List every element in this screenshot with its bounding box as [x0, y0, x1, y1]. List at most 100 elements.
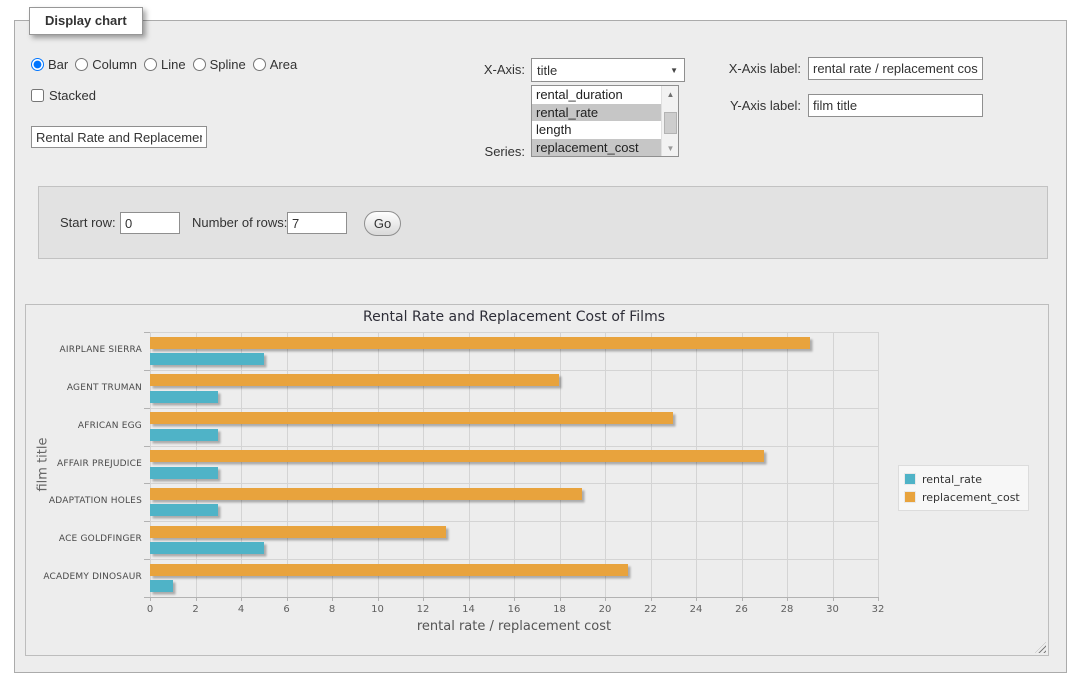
bar-replacement_cost — [150, 564, 628, 576]
x-tick-label: 18 — [545, 604, 575, 615]
y-axis-tick — [144, 521, 150, 522]
gridline-horizontal — [150, 483, 878, 484]
chart-type-option-label: Bar — [48, 57, 68, 72]
legend-label: rental_rate — [922, 473, 982, 486]
resize-handle-icon[interactable] — [1035, 642, 1046, 653]
x-tick-label: 0 — [135, 604, 165, 615]
chart-type-option-bar[interactable]: Bar — [31, 57, 68, 72]
display-chart-legend: Display chart — [29, 7, 143, 35]
chart-type-option-label: Column — [92, 57, 137, 72]
series-multiselect[interactable]: rental_durationrental_ratelengthreplacem… — [531, 85, 679, 157]
x-tick-label: 20 — [590, 604, 620, 615]
chart-panel: Rental Rate and Replacement Cost of Film… — [25, 304, 1049, 656]
x-axis-select[interactable]: title ▼ — [531, 58, 685, 82]
y-axis-tick — [144, 370, 150, 371]
x-axis-tick — [878, 597, 879, 601]
bar-replacement_cost — [150, 450, 764, 462]
gridline-vertical — [742, 332, 743, 597]
chart-type-radio-line[interactable] — [144, 58, 157, 71]
y-axis-label-input[interactable] — [808, 94, 983, 117]
stacked-checkbox[interactable] — [31, 89, 44, 102]
series-option-rental_duration[interactable]: rental_duration — [532, 86, 661, 104]
scrollbar-down-icon[interactable]: ▼ — [662, 140, 679, 156]
chart-type-option-area[interactable]: Area — [253, 57, 297, 72]
x-tick-label: 8 — [317, 604, 347, 615]
bar-rental_rate — [150, 580, 173, 592]
chart-type-radio-bar[interactable] — [31, 58, 44, 71]
series-options: rental_durationrental_ratelengthreplacem… — [532, 86, 661, 156]
bar-replacement_cost — [150, 526, 446, 538]
gridline-vertical — [833, 332, 834, 597]
chart-type-radio-spline[interactable] — [193, 58, 206, 71]
x-tick-label: 28 — [772, 604, 802, 615]
gridline-horizontal — [150, 332, 878, 333]
gridline-vertical — [651, 332, 652, 597]
category-label: AFRICAN EGG — [32, 408, 142, 446]
select-dropdown-icon: ▼ — [670, 66, 678, 75]
x-axis-label-input[interactable] — [808, 57, 983, 80]
gridline-vertical — [332, 332, 333, 597]
bar-replacement_cost — [150, 488, 582, 500]
chart-type-option-line[interactable]: Line — [144, 57, 186, 72]
x-tick-label: 2 — [181, 604, 211, 615]
category-label: AFFAIR PREJUDICE — [32, 446, 142, 484]
number-of-rows-label: Number of rows: — [192, 215, 287, 231]
series-option-replacement_cost[interactable]: replacement_cost — [532, 139, 661, 157]
scrollbar-up-icon[interactable]: ▲ — [662, 86, 679, 102]
series-option-length[interactable]: length — [532, 121, 661, 139]
y-axis-label-label: Y-Axis label: — [705, 98, 801, 114]
bar-replacement_cost — [150, 374, 559, 386]
series-list-label: Series: — [429, 144, 525, 160]
gridline-vertical — [605, 332, 606, 597]
series-option-rental_rate[interactable]: rental_rate — [532, 104, 661, 122]
gridline-vertical — [787, 332, 788, 597]
display-chart-fieldset: Display chart BarColumnLineSplineArea St… — [14, 20, 1067, 673]
category-label: ADAPTATION HOLES — [32, 483, 142, 521]
gridline-horizontal — [150, 408, 878, 409]
y-axis-tick — [144, 408, 150, 409]
category-label: ACE GOLDFINGER — [32, 521, 142, 559]
legend-item-replacement_cost[interactable]: replacement_cost — [904, 488, 1020, 506]
chart-title-input[interactable] — [31, 126, 207, 148]
x-tick-label: 26 — [727, 604, 757, 615]
x-axis-select-label: X-Axis: — [429, 62, 525, 78]
gridline-vertical — [514, 332, 515, 597]
chart-legend: rental_rate replacement_cost — [898, 465, 1029, 511]
gridline-vertical — [196, 332, 197, 597]
go-button[interactable]: Go — [364, 211, 401, 236]
gridline-vertical — [378, 332, 379, 597]
gridline-horizontal — [150, 370, 878, 371]
y-axis-tick — [144, 446, 150, 447]
gridline-vertical — [241, 332, 242, 597]
chart-x-axis-title: rental rate / replacement cost — [150, 619, 878, 634]
chart-type-option-column[interactable]: Column — [75, 57, 137, 72]
row-range-panel: Start row: Number of rows: Go — [38, 186, 1048, 259]
bar-replacement_cost — [150, 412, 673, 424]
chart-title: Rental Rate and Replacement Cost of Film… — [150, 309, 878, 325]
start-row-label: Start row: — [60, 215, 116, 231]
stacked-option[interactable]: Stacked — [31, 88, 96, 103]
chart-type-option-spline[interactable]: Spline — [193, 57, 246, 72]
scrollbar-thumb[interactable] — [664, 112, 677, 134]
legend-label: replacement_cost — [922, 491, 1020, 504]
chart-type-option-label: Area — [270, 57, 297, 72]
legend-swatch-icon — [904, 473, 916, 485]
number-of-rows-input[interactable] — [287, 212, 347, 234]
chart-type-radio-area[interactable] — [253, 58, 266, 71]
gridline-vertical — [423, 332, 424, 597]
series-list-scrollbar[interactable]: ▲ ▼ — [661, 86, 678, 156]
gridline-vertical — [287, 332, 288, 597]
gridline-horizontal — [150, 446, 878, 447]
legend-item-rental_rate[interactable]: rental_rate — [904, 470, 1020, 488]
bar-rental_rate — [150, 353, 264, 365]
bar-rental_rate — [150, 542, 264, 554]
bar-rental_rate — [150, 429, 218, 441]
category-label: AIRPLANE SIERRA — [32, 332, 142, 370]
chart-type-option-label: Spline — [210, 57, 246, 72]
x-tick-label: 32 — [863, 604, 893, 615]
start-row-input[interactable] — [120, 212, 180, 234]
bar-rental_rate — [150, 467, 218, 479]
x-tick-label: 10 — [363, 604, 393, 615]
chart-type-radio-column[interactable] — [75, 58, 88, 71]
y-axis-tick — [144, 332, 150, 333]
